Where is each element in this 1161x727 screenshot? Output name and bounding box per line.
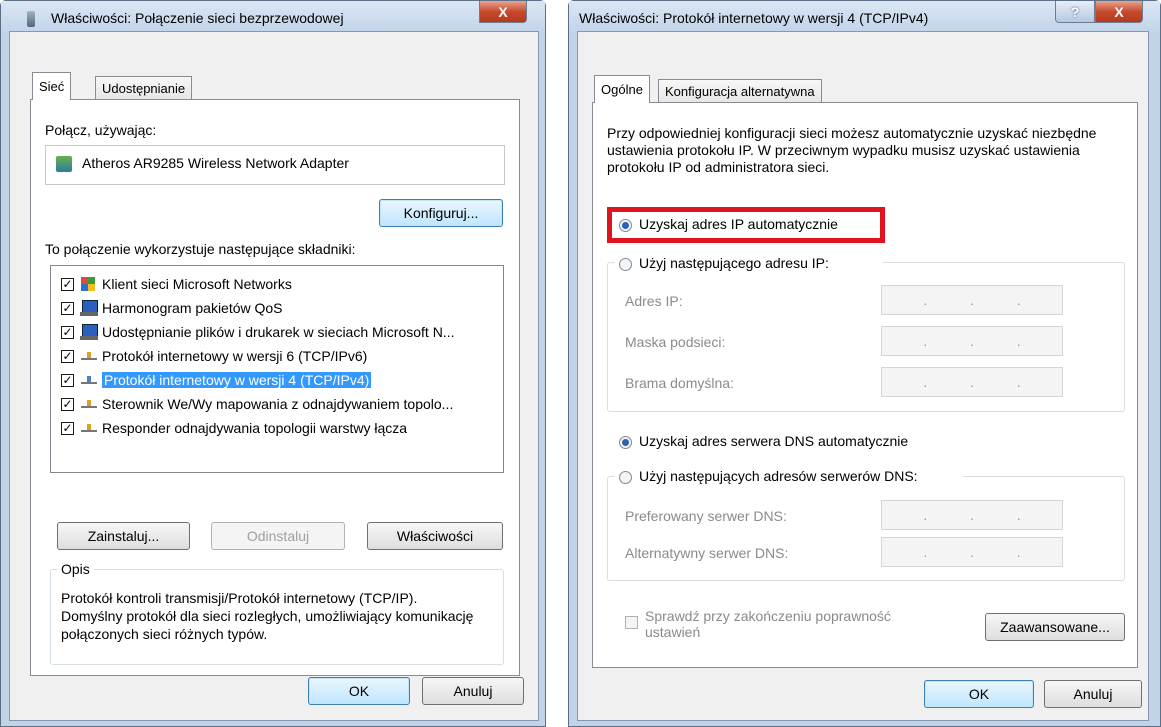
auto-ip-radio[interactable] (619, 219, 632, 232)
component-row[interactable]: ✓ Protokół internetowy w wersji 6 (TCP/I… (61, 346, 367, 366)
preferred-dns-field[interactable]: ... (881, 500, 1063, 530)
gateway-label: Brama domyślna: (625, 375, 734, 391)
manual-ip-label: Użyj następującego adresu IP: (639, 255, 829, 271)
component-label: Udostępnianie plików i drukarek w siecia… (102, 324, 455, 340)
help-icon: ? (1070, 3, 1080, 20)
component-label: Sterownik We/Wy mapowania z odnajdywanie… (102, 396, 454, 412)
protocol-icon (80, 420, 98, 436)
checkbox[interactable]: ✓ (61, 373, 74, 387)
auto-ip-label: Uzyskaj adres IP automatycznie (639, 216, 838, 232)
alternate-dns-label: Alternatywny serwer DNS: (625, 545, 789, 561)
left-dialog-window: Właściwości: Połączenie sieci bezprzewod… (0, 0, 546, 727)
adapter-box: Atheros AR9285 Wireless Network Adapter (45, 145, 505, 185)
checkbox[interactable]: ✓ (61, 349, 74, 363)
properties-button[interactable]: Właściwości (367, 522, 503, 550)
network-icon (27, 11, 35, 27)
configure-button[interactable]: Konfiguruj... (379, 199, 503, 227)
checkbox[interactable]: ✓ (61, 301, 74, 315)
right-dialog-window: Właściwości: Protokół internetowy w wers… (568, 0, 1161, 727)
component-label: Protokół internetowy w wersji 4 (TCP/IPv… (102, 372, 372, 388)
subnet-mask-label: Maska podsieci: (625, 334, 726, 350)
left-client-area: Sieć Udostępnianie Połącz, używając: Ath… (9, 31, 539, 721)
component-row[interactable]: ✓ Sterownik We/Wy mapowania z odnajdywan… (61, 394, 453, 414)
validate-label: Sprawdź przy zakończeniu poprawność usta… (645, 608, 891, 640)
tab-siec[interactable]: Sieć (32, 72, 72, 100)
advanced-button[interactable]: Zaawansowane... (985, 613, 1125, 641)
component-row-selected[interactable]: ✓ Protokół internetowy w wersji 4 (TCP/I… (61, 370, 372, 390)
manual-ip-radio[interactable] (619, 258, 632, 271)
component-row[interactable]: ✓ Harmonogram pakietów QoS (61, 298, 283, 318)
checkbox[interactable]: ✓ (61, 325, 74, 339)
left-tab-panel: Połącz, używając: Atheros AR9285 Wireles… (30, 99, 520, 676)
ip-address-field[interactable]: ... (881, 285, 1063, 315)
auto-dns-label: Uzyskaj adres serwera DNS automatycznie (639, 433, 909, 449)
ip-address-label: Adres IP: (625, 293, 683, 309)
manual-dns-label: Użyj następujących adresów serwerów DNS: (639, 468, 918, 484)
right-dialog-title: Właściwości: Protokół internetowy w wers… (579, 10, 929, 26)
right-close-button[interactable]: X (1095, 1, 1143, 23)
components-label: To połączenie wykorzystuje następujące s… (45, 241, 356, 257)
left-close-button[interactable]: X (479, 1, 527, 23)
computer-icon (80, 300, 98, 316)
uninstall-button[interactable]: Odinstaluj (211, 522, 345, 550)
close-icon: X (498, 3, 508, 20)
description-text: Protokół kontroli transmisji/Protokół in… (61, 590, 474, 642)
component-label: Responder odnajdywania topologii warstwy… (102, 420, 408, 436)
checkbox[interactable]: ✓ (61, 421, 74, 435)
network-client-icon (80, 276, 98, 292)
protocol-icon (80, 372, 98, 388)
tab-udostepnianie[interactable]: Udostępnianie (95, 76, 193, 100)
install-button[interactable]: Zainstaluj... (57, 522, 190, 550)
protocol-icon (80, 348, 98, 364)
adapter-name: Atheros AR9285 Wireless Network Adapter (82, 155, 349, 171)
adapter-icon (56, 156, 72, 172)
manual-dns-radio[interactable] (619, 471, 632, 484)
preferred-dns-label: Preferowany serwer DNS: (625, 508, 787, 524)
alternate-dns-field[interactable]: ... (881, 537, 1063, 567)
component-row[interactable]: ✓ Responder odnajdywania topologii warst… (61, 418, 407, 438)
description-group-title: Opis (57, 561, 94, 577)
auto-dns-radio[interactable] (619, 436, 632, 449)
component-row[interactable]: ✓ Udostępnianie plików i drukarek w siec… (61, 322, 454, 342)
component-label: Klient sieci Microsoft Networks (102, 276, 292, 292)
protocol-icon (80, 396, 98, 412)
tab-konfiguracja-alternatywna[interactable]: Konfiguracja alternatywna (658, 79, 822, 103)
right-ok-button[interactable]: OK (924, 680, 1034, 708)
checkbox[interactable]: ✓ (61, 397, 74, 411)
computer-icon (80, 324, 98, 340)
tab-ogolne[interactable]: Ogólne (594, 75, 650, 103)
right-client-area: Ogólne Konfiguracja alternatywna Przy od… (577, 31, 1149, 721)
gateway-field[interactable]: ... (881, 367, 1063, 397)
component-label: Harmonogram pakietów QoS (102, 300, 283, 316)
checkbox[interactable]: ✓ (61, 277, 74, 291)
help-button[interactable]: ? (1055, 1, 1095, 23)
validate-checkbox[interactable] (625, 616, 638, 629)
right-cancel-button[interactable]: Anuluj (1044, 680, 1142, 708)
component-label: Protokół internetowy w wersji 6 (TCP/IPv… (102, 348, 368, 364)
close-icon: X (1114, 3, 1124, 20)
component-row[interactable]: ✓ Klient sieci Microsoft Networks (61, 274, 292, 294)
intro-text: Przy odpowiedniej konfiguracji sieci moż… (607, 125, 1097, 175)
components-list[interactable]: ✓ Klient sieci Microsoft Networks ✓ Harm… (50, 265, 504, 473)
subnet-mask-field[interactable]: ... (881, 326, 1063, 356)
left-cancel-button[interactable]: Anuluj (422, 677, 524, 705)
left-dialog-title: Właściwości: Połączenie sieci bezprzewod… (51, 10, 344, 26)
left-ok-button[interactable]: OK (308, 677, 410, 705)
right-tab-panel: Przy odpowiedniej konfiguracji sieci moż… (592, 102, 1138, 668)
connect-using-label: Połącz, używając: (45, 122, 157, 138)
